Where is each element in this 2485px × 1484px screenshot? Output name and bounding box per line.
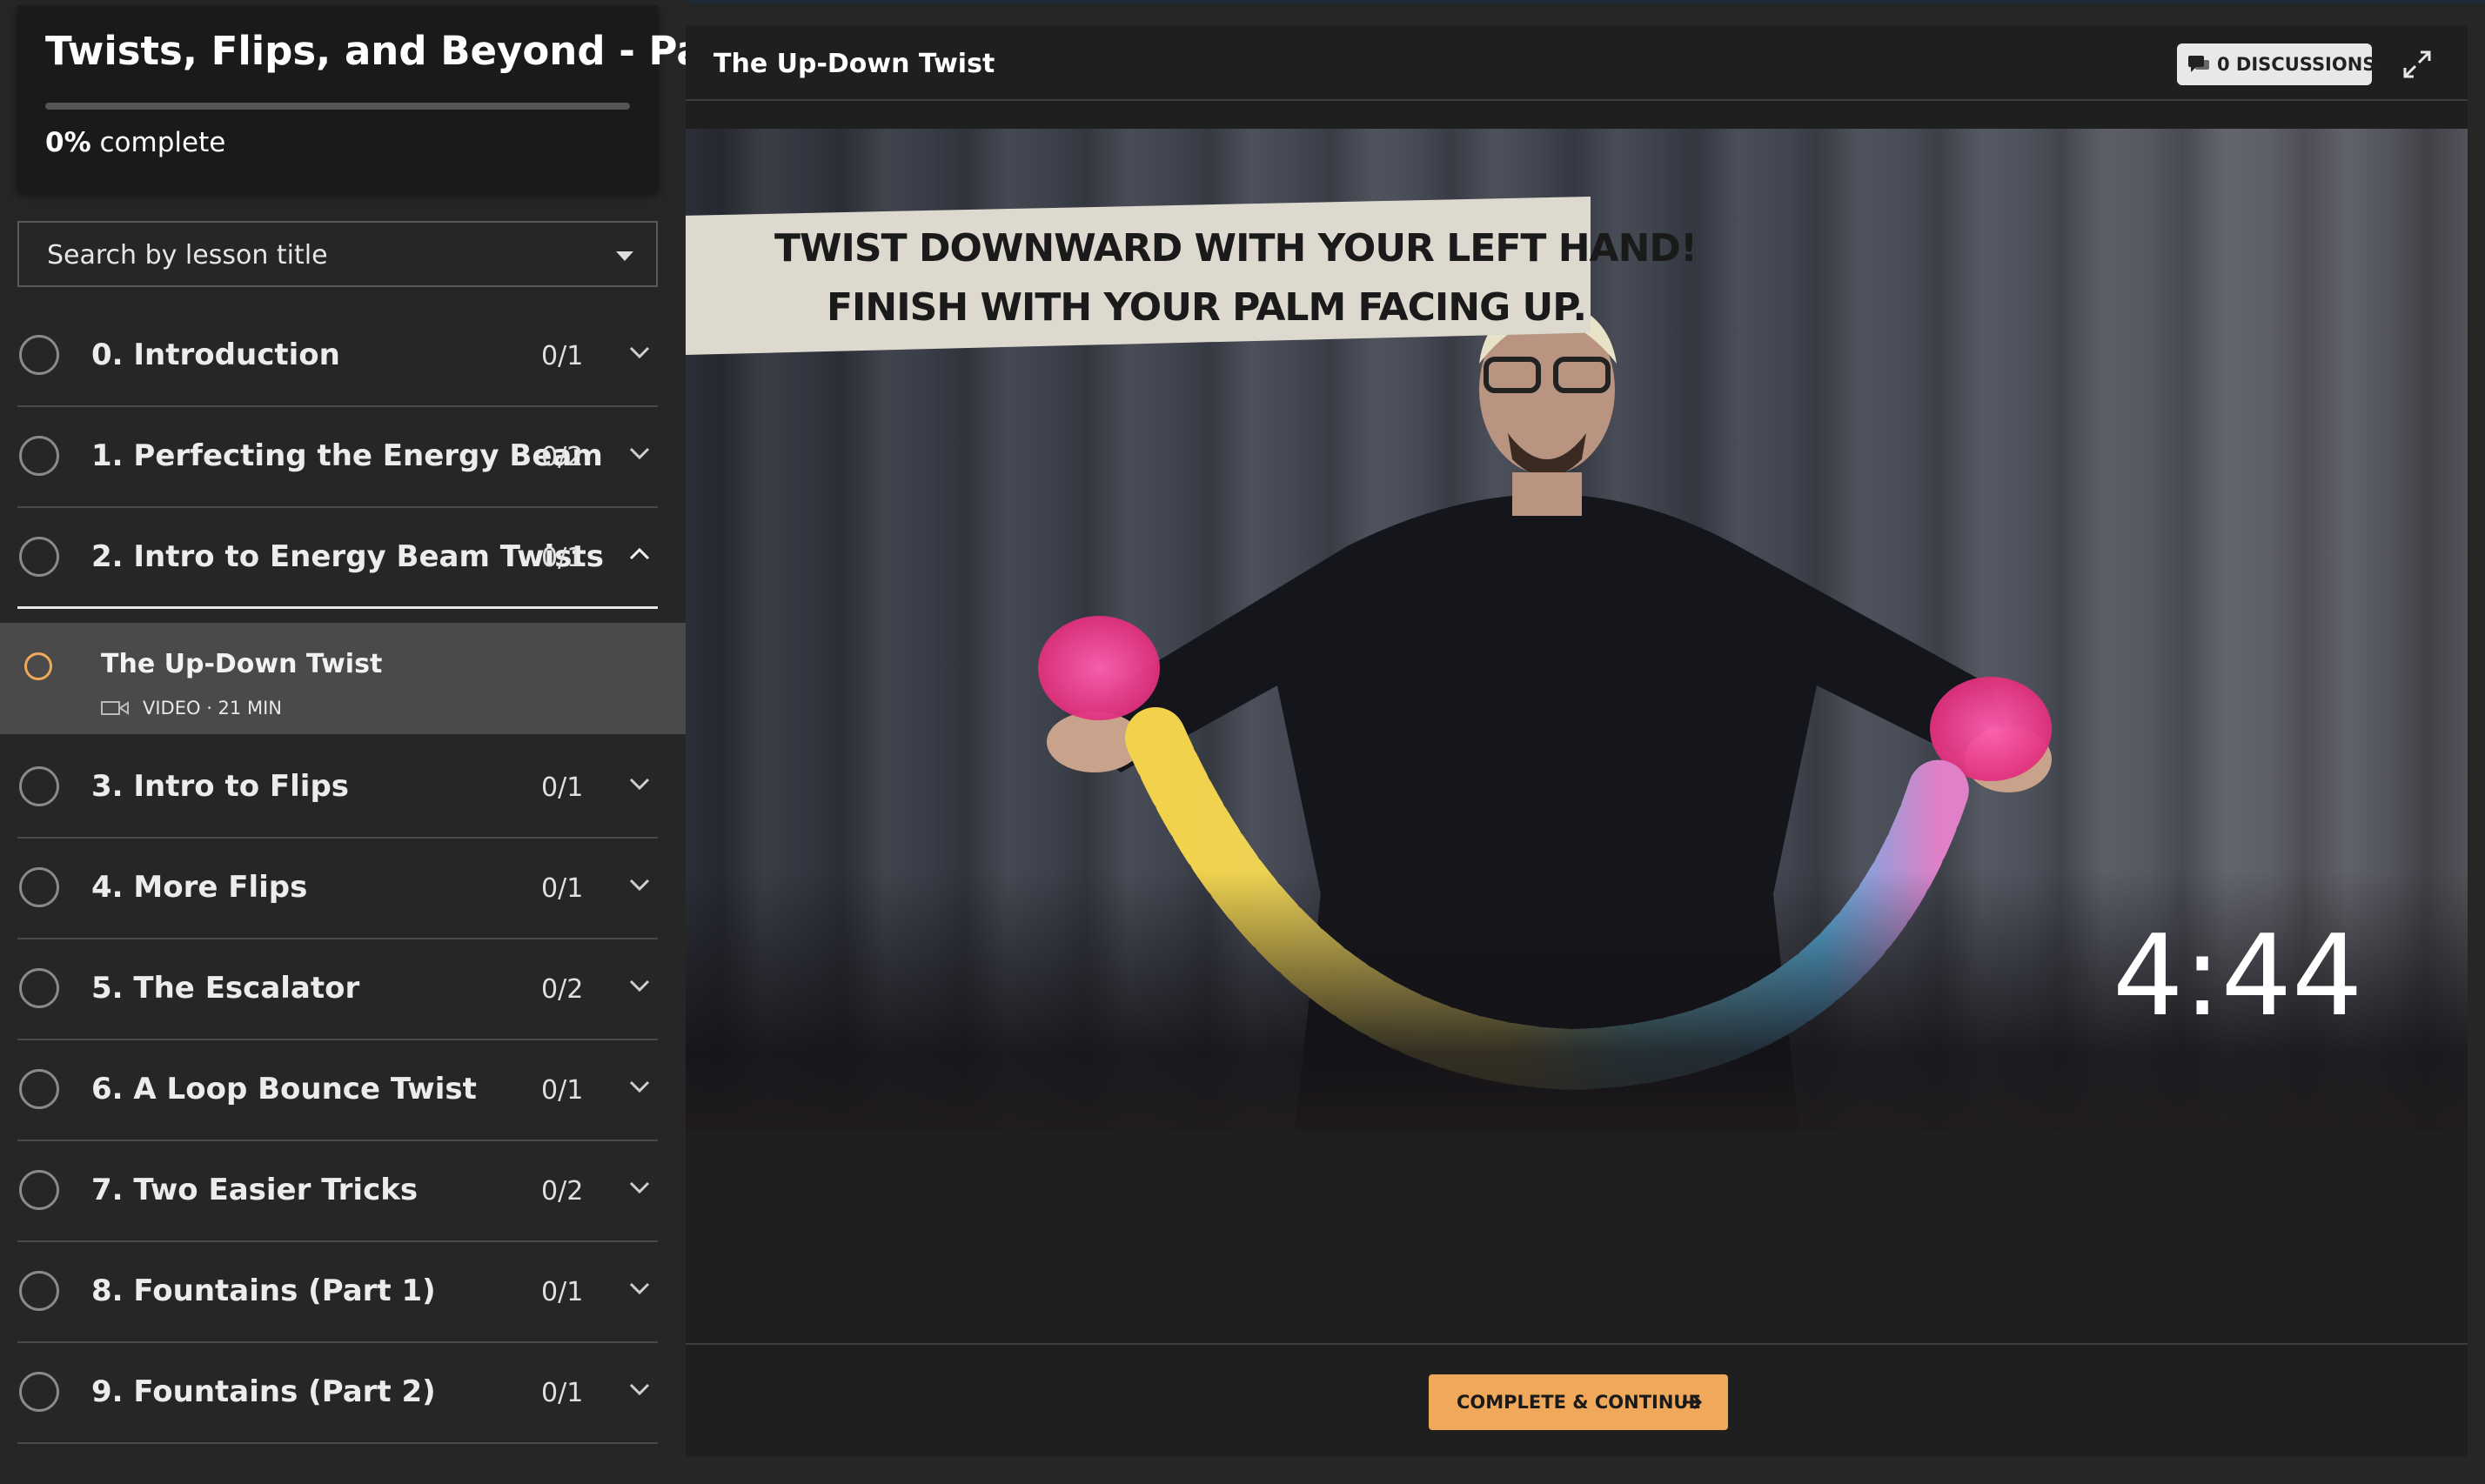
status-circle-icon	[19, 1372, 59, 1412]
section-title: 7. Two Easier Tricks	[91, 1173, 419, 1207]
section-title: 3. Intro to Flips	[91, 769, 350, 804]
section-count: 0/1	[541, 873, 584, 904]
section-count: 0/1	[541, 1277, 584, 1307]
chevron-down-icon[interactable]	[626, 771, 653, 797]
expand-icon[interactable]	[2400, 47, 2435, 82]
section-title: 6. A Loop Bounce Twist	[91, 1072, 477, 1106]
section-title: 0. Introduction	[91, 338, 340, 372]
search-placeholder: Search by lesson title	[47, 240, 328, 271]
section-row-open[interactable]: 2. Intro to Energy Beam Twists 0/1	[17, 508, 658, 609]
section-count: 0/2	[541, 1176, 584, 1207]
chevron-down-icon[interactable]	[626, 973, 653, 999]
discussions-label: 0 DISCUSSIONS	[2217, 54, 2376, 75]
section-title: 8. Fountains (Part 1)	[91, 1273, 436, 1308]
section-row[interactable]: 7. Two Easier Tricks 0/2	[17, 1141, 658, 1242]
section-list: 0. Introduction 0/1 1. Perfecting the En…	[0, 306, 686, 1444]
section-count: 0/2	[541, 442, 584, 472]
section-count: 0/1	[541, 543, 584, 573]
status-circle-icon	[19, 537, 59, 577]
video-caption-line-1: TWIST DOWNWARD WITH YOUR LEFT HAND!	[774, 226, 1698, 271]
status-circle-icon	[19, 766, 59, 806]
section-count: 0/1	[541, 772, 584, 803]
status-circle-icon	[19, 1069, 59, 1109]
dropdown-caret-icon	[616, 251, 633, 261]
arrow-right-icon	[1683, 1394, 1703, 1410]
course-sidebar: Twists, Flips, and Beyond - Part I 0% co…	[0, 0, 686, 1484]
section-row[interactable]: 3. Intro to Flips 0/1	[17, 738, 658, 839]
progress-text: 0% complete	[45, 127, 225, 158]
lesson-content-panel: The Up-Down Twist 0 DISCUSSIONS TWIST DO…	[686, 26, 2468, 1456]
chevron-down-icon[interactable]	[626, 339, 653, 365]
chat-bubble-icon	[2188, 56, 2209, 72]
section-title: 4. More Flips	[91, 870, 308, 905]
section-count: 0/2	[541, 974, 584, 1005]
course-title: Twists, Flips, and Beyond - Part I	[45, 28, 686, 74]
status-circle-icon	[19, 436, 59, 476]
chevron-down-icon[interactable]	[626, 440, 653, 466]
progress-percent: 0%	[45, 127, 91, 158]
course-progress-card: Twists, Flips, and Beyond - Part I 0% co…	[17, 5, 686, 191]
chevron-down-icon[interactable]	[626, 1174, 653, 1200]
status-circle-icon	[19, 335, 59, 375]
lesson-meta: VIDEO · 21 MIN	[101, 698, 282, 719]
discussions-button[interactable]: 0 DISCUSSIONS	[2177, 43, 2376, 85]
progress-bar	[45, 103, 630, 110]
status-circle-icon	[19, 968, 59, 1008]
lesson-header-title: The Up-Down Twist	[713, 49, 995, 79]
video-caption-line-2: FINISH WITH YOUR PALM FACING UP.	[827, 285, 1587, 330]
chevron-down-icon[interactable]	[626, 1376, 653, 1402]
section-title: 2. Intro to Energy Beam Twists	[91, 539, 604, 574]
section-row[interactable]: 9. Fountains (Part 2) 0/1	[17, 1343, 658, 1444]
section-row[interactable]: 4. More Flips 0/1	[17, 839, 658, 939]
progress-suffix: complete	[99, 127, 226, 158]
section-row[interactable]: 8. Fountains (Part 1) 0/1	[17, 1242, 658, 1343]
status-circle-icon	[19, 1271, 59, 1311]
section-row[interactable]: 1. Perfecting the Energy Beam 0/2	[17, 407, 658, 508]
chevron-down-icon[interactable]	[626, 1275, 653, 1301]
cta-label: COMPLETE & CONTINUE	[1457, 1392, 1701, 1413]
section-count: 0/1	[541, 1075, 584, 1106]
lesson-meta-text: VIDEO · 21 MIN	[143, 698, 282, 719]
section-title: 1. Perfecting the Energy Beam	[91, 438, 603, 473]
video-camera-icon	[101, 701, 129, 715]
lesson-title: The Up-Down Twist	[101, 649, 383, 679]
section-row[interactable]: 0. Introduction 0/1	[17, 306, 658, 407]
status-circle-icon	[19, 867, 59, 907]
video-player[interactable]: TWIST DOWNWARD WITH YOUR LEFT HAND! FINI…	[686, 129, 2468, 1131]
chevron-down-icon[interactable]	[626, 1073, 653, 1100]
lesson-search-dropdown[interactable]: Search by lesson title	[17, 221, 658, 287]
section-row[interactable]: 6. A Loop Bounce Twist 0/1	[17, 1040, 658, 1141]
video-timer: 4:44	[2113, 912, 2363, 1041]
chevron-down-icon[interactable]	[626, 872, 653, 898]
section-row[interactable]: 5. The Escalator 0/2	[17, 939, 658, 1040]
section-title: 9. Fountains (Part 2)	[91, 1374, 436, 1409]
current-lesson-item[interactable]: The Up-Down Twist VIDEO · 21 MIN	[0, 623, 686, 734]
chevron-up-icon[interactable]	[626, 541, 653, 567]
section-title: 5. The Escalator	[91, 971, 360, 1006]
complete-and-continue-button[interactable]: COMPLETE & CONTINUE	[1429, 1374, 1728, 1430]
section-count: 0/1	[541, 1378, 584, 1408]
lesson-status-icon	[24, 652, 52, 680]
video-caption-banner	[686, 197, 1591, 355]
lesson-header: The Up-Down Twist 0 DISCUSSIONS	[686, 26, 2468, 101]
section-count: 0/1	[541, 341, 584, 371]
lesson-footer: COMPLETE & CONTINUE	[686, 1343, 2468, 1456]
status-circle-icon	[19, 1170, 59, 1210]
